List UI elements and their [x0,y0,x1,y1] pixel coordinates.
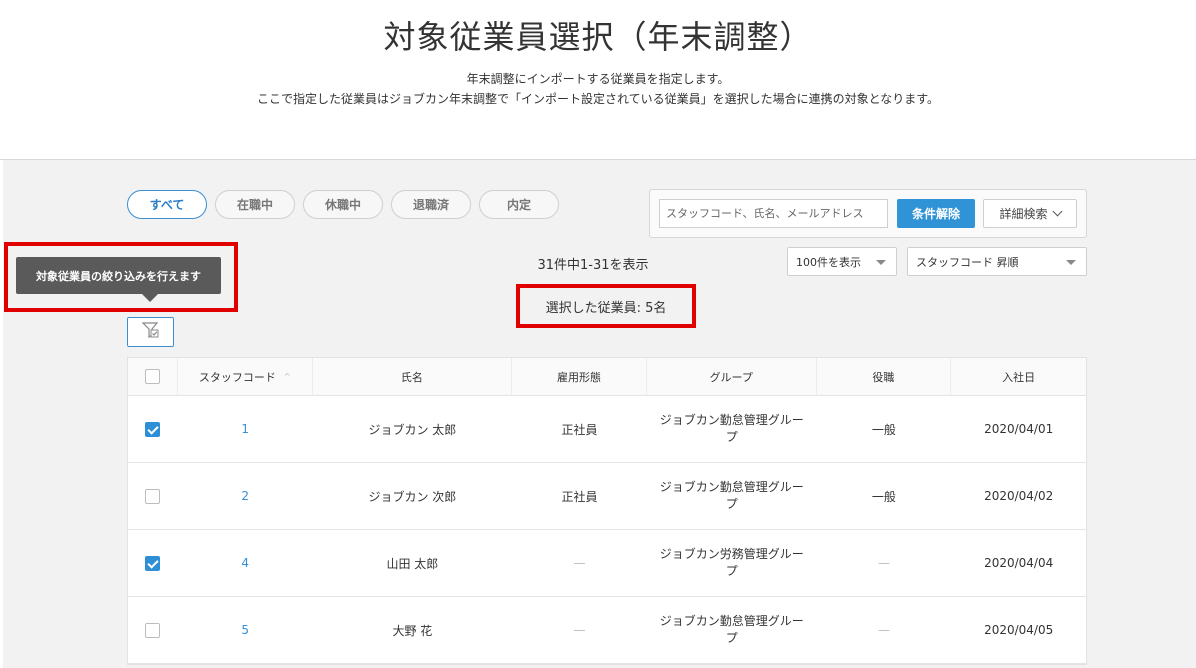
main-panel: すべて 在職中 休職中 退職済 内定 条件解除 詳細検索 31件中1-31を表示… [3,160,1196,668]
page-title: 対象従業員選択（年末調整） [383,18,813,56]
tab-offered[interactable]: 内定 [479,190,559,219]
header-group: グループ [647,358,817,395]
header-staff-code-label: スタッフコード [198,370,276,384]
employment-type: — [573,556,586,570]
join-date: 2020/04/02 [984,489,1054,503]
row-select-cell [128,396,178,462]
tab-on-leave[interactable]: 休職中 [303,190,383,219]
row-select-cell [128,530,178,596]
sort-indicator-icon: ^ [283,372,291,381]
employee-name: 山田 太郎 [386,556,439,571]
tooltip-arrow [142,294,158,302]
tab-all[interactable]: すべて [127,190,207,219]
row-checkbox[interactable] [145,622,161,638]
group-name: ジョブカン勤怠管理グループ [659,480,804,511]
status-tabs: すべて 在職中 休職中 退職済 内定 [127,190,559,219]
staff-code-link[interactable]: 2 [178,463,313,529]
header-name: 氏名 [313,358,513,395]
position: — [877,556,890,570]
search-panel: 条件解除 詳細検索 [649,189,1087,238]
clear-conditions-button[interactable]: 条件解除 [897,199,975,228]
group-name: ジョブカン勤怠管理グループ [659,413,804,444]
sort-value: スタッフコード 昇順 [916,255,1019,269]
page-header: 対象従業員選択（年末調整） 年末調整にインポートする従業員を指定します。 ここで… [0,0,1196,160]
caret-down-icon [1066,260,1076,265]
employee-name: 大野 花 [392,623,433,638]
staff-code-link[interactable]: 5 [178,597,313,663]
header-join-date: 入社日 [1002,370,1036,384]
per-page-value: 100件を表示 [796,255,861,269]
position: 一般 [871,422,896,437]
employment-type: 正社員 [561,422,598,437]
join-date: 2020/04/01 [984,422,1054,436]
table-row: 2 ジョブカン 次郎 正社員 ジョブカン勤怠管理グループ 一般 2020/04/… [128,463,1086,530]
selected-employee-count: 選択した従業員: 5名 [516,284,696,328]
select-all-checkbox[interactable] [144,369,160,384]
table-row: 1 ジョブカン 太郎 正社員 ジョブカン勤怠管理グループ 一般 2020/04/… [128,396,1086,463]
employee-name: ジョブカン 太郎 [368,422,457,437]
employment-type: 正社員 [561,489,598,504]
filter-icon [141,322,160,342]
tab-employed[interactable]: 在職中 [215,190,295,219]
row-select-cell [128,597,178,663]
position: — [877,623,890,637]
page-description-line2: ここで指定した従業員はジョブカン年末調整で「インポート設定されている従業員」を選… [256,92,940,106]
page-description-line1: 年末調整にインポートする従業員を指定します。 [466,72,730,86]
row-checkbox[interactable] [145,421,161,437]
position: 一般 [871,489,896,504]
detail-search-button[interactable]: 詳細検索 [983,199,1077,228]
group-name: ジョブカン労務管理グループ [659,547,804,578]
header-employment-type: 雇用形態 [512,358,647,395]
staff-code-link[interactable]: 1 [178,396,313,462]
filter-tooltip: 対象従業員の絞り込みを行えます [16,257,221,294]
employee-table: スタッフコード ^ 氏名 雇用形態 グループ 役職 入社日 1 ジョブカン 太郎… [127,357,1087,665]
header-staff-code[interactable]: スタッフコード ^ [178,358,313,395]
detail-search-label: 詳細検索 [999,207,1048,221]
chevron-down-icon [1052,206,1062,217]
row-checkbox[interactable] [145,488,161,504]
row-select-cell [128,463,178,529]
header-position: 役職 [817,358,952,395]
table-row: 4 山田 太郎 — ジョブカン労務管理グループ — 2020/04/04 [128,530,1086,597]
group-name: ジョブカン勤怠管理グループ [659,614,804,645]
tab-retired[interactable]: 退職済 [391,190,471,219]
header-select-all [128,358,178,395]
result-count: 31件中1-31を表示 [537,258,649,273]
table-row: 5 大野 花 — ジョブカン勤怠管理グループ — 2020/04/05 [128,597,1086,664]
table-header-row: スタッフコード ^ 氏名 雇用形態 グループ 役職 入社日 [128,358,1086,396]
caret-down-icon [876,260,886,265]
per-page-select[interactable]: 100件を表示 [787,247,897,276]
search-input[interactable] [659,199,888,228]
sort-select[interactable]: スタッフコード 昇順 [907,247,1087,276]
join-date: 2020/04/05 [984,623,1054,637]
employment-type: — [573,623,586,637]
join-date: 2020/04/04 [984,556,1054,570]
row-checkbox[interactable] [145,555,161,571]
staff-code-link[interactable]: 4 [178,530,313,596]
employee-name: ジョブカン 次郎 [368,489,457,504]
filter-button[interactable] [127,317,174,347]
